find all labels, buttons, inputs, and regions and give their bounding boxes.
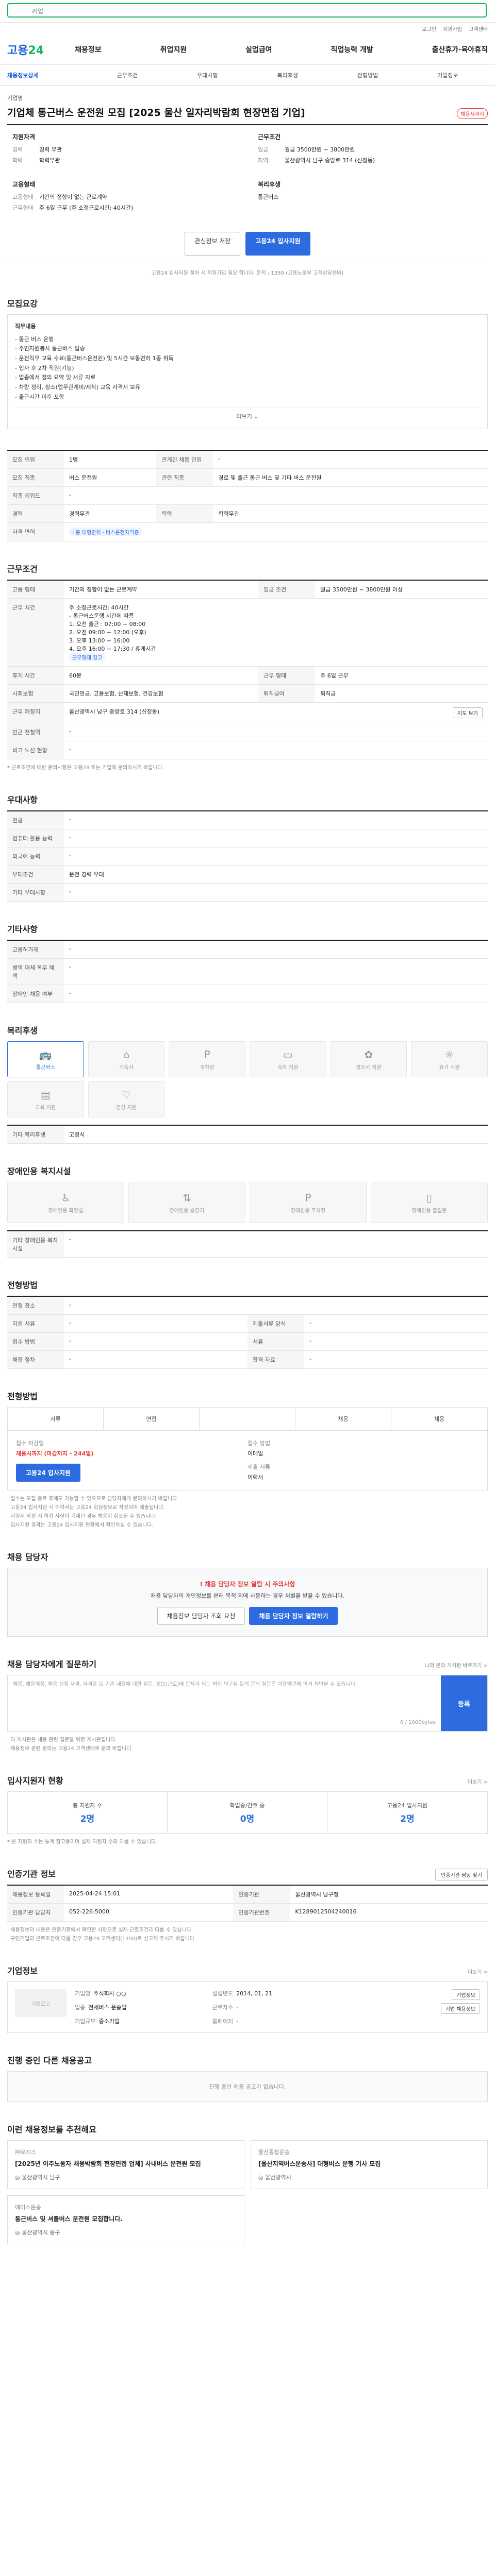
scrap-button[interactable]: 관심정보 저장 [185, 231, 241, 256]
apply-notice: 고용24 입사지원 절차 시 회원가입 필요 합니다. 문의 : 1350 (고… [151, 270, 344, 276]
welfare-dorm: ⌂ 기숙사 [88, 1041, 165, 1078]
qna-section: 채용 담당자에게 질문하기 나의 문의 게시판 바로가기 > 채용, 채용예정, … [7, 1659, 488, 1752]
process-section: 전형방법 서류 면접 채용 채용 접수 마감일 채용시까지 (마감까지 - 24… [7, 1389, 488, 1530]
company-section: 기업정보 더보기 > 기업로고 기업명 주식회사 ○○ 설립년도 2014, 01, … [7, 1964, 488, 2033]
recruit-table: 모집 인원 1명 관계된 채용 인원 - 모집 직종 버스 운전원 관련 직종 경로 및 출… [7, 450, 488, 542]
tab-detail[interactable]: 채용정보상세 [7, 71, 87, 79]
join-link[interactable]: 회원가입 [443, 27, 462, 32]
manager-section: 채용 담당자 ! 채용 담당자 정보 열람 시 주의사항 채용 담당자의 개인정… [7, 1550, 488, 1637]
more-button[interactable]: 더보기 ⌄ [15, 407, 480, 422]
reg-search-button[interactable]: 인증기관 담당 찾기 [435, 1869, 488, 1881]
deadline-badge: 채용시까지 [457, 108, 488, 119]
etc-section: 기타사항 고용허가제 - 병역 대체 복무 혜택 - 장애인 채용 여부 - [7, 922, 488, 1004]
recommend-section: 이런 채용정보를 추천해요 ㈜로지스 [2025년 이주노동자 채용박람회 현장면… [7, 2123, 488, 2245]
tab-company[interactable]: 기업정보 [408, 71, 488, 79]
sun-icon: ☼ [444, 1048, 454, 1061]
rec-card[interactable]: ㈜로지스 [2025년 이주노동자 채용박람회 현장면접 업체] 사내버스 운전원… [7, 2140, 244, 2190]
manager-request-button[interactable]: 채용정보 담당자 조회 요청 [157, 1607, 245, 1625]
time-chip: 근무형태 참고 [69, 653, 106, 662]
status-section: 입사지원자 현황 더보기 > 총 지원자 수 2명 학업중/간호 중 0명 고용24 … [7, 1776, 488, 1845]
tab-preference[interactable]: 우대사항 [168, 71, 248, 79]
tab-welfare[interactable]: 복리후생 [248, 71, 327, 79]
nav-support[interactable]: 취업지원 [160, 44, 187, 55]
logo[interactable]: 고용24 [7, 41, 44, 58]
welfare-vacation: ☼ 휴가 지원 [411, 1041, 488, 1078]
map-button[interactable]: 지도 보기 [453, 707, 483, 719]
util-menu: 로그인 회원가입 고객센터 [0, 23, 495, 34]
step-2: 면접 [104, 1408, 200, 1431]
help-link[interactable]: 고객센터 [469, 27, 488, 32]
nav-leave[interactable]: 출산휴가·육아휴직 [432, 44, 488, 55]
step-1: 서류 [8, 1408, 104, 1431]
welfare-health: ♡ 건강 지원 [88, 1081, 165, 1118]
book-icon: ▤ [40, 1088, 51, 1101]
accessible-icon: ♿ [61, 1191, 71, 1204]
apply-button[interactable]: 고용24 입사지원 [245, 231, 310, 256]
disab-toilet: ♿ 장애인용 화장실 [7, 1182, 124, 1224]
search-bar[interactable]: 기업 ⌕ [7, 3, 487, 18]
bed-icon: ▭ [283, 1048, 293, 1061]
detail-tabs: 채용정보상세 근무조건 우대사항 복리후생 전형방법 기업정보 [0, 65, 495, 86]
welfare-parking: P 주차장 [169, 1041, 245, 1078]
company-name: 기업명 [7, 95, 23, 101]
heart-icon: ♡ [122, 1088, 131, 1101]
nav-benefit[interactable]: 실업급여 [245, 44, 272, 55]
detail-title: 모집요강 [7, 299, 38, 309]
select-section: 전형방법 전형 장소 - 지원 서류 - 제출서류 양식 - 접수 방법 - 서류 - 채용 … [7, 1278, 488, 1369]
question-textarea[interactable]: 채용, 채용예정, 채용 신청 자격, 자격증 등 기존 내용에 대한 질문, … [8, 1675, 441, 1731]
detail-section: 모집요강 직무내용 - 통근 버스 운행 - 주민자원봉사 통근버스 탑승 - 운전… [7, 297, 488, 430]
disab-parking: P 장애인용 주차장 [250, 1182, 367, 1224]
manager-view-button[interactable]: 채용 담당자 정보 열람하기 [249, 1607, 338, 1625]
parking-icon: P [305, 1191, 311, 1204]
job-title-area: 기업명 기업체 통근버스 운전원 모집 [2025 울산 일자리박람회 현장면접… [0, 86, 495, 124]
benefit-section: 복리후생 🚌 통근버스 ⌂ 기숙사 P 주차장 ▭ 숙박 지원 ✿ 경조사 지원 ☼ 휴가 … [7, 1024, 488, 1144]
disab-elevator: ⇅ 장애인용 승강기 [128, 1182, 245, 1224]
house-icon: ⌂ [123, 1048, 130, 1061]
welfare-event: ✿ 경조사 지원 [330, 1041, 407, 1078]
step-4: 채용 [295, 1408, 391, 1431]
pref-section: 우대사항 전공 - 컴퓨터 활용 능력 - 외국어 능력 - 우대조건 운전 경력 우대… [7, 793, 488, 902]
welfare-edu: ▤ 교육 지원 [7, 1081, 84, 1118]
bus-icon: 🚌 [39, 1048, 52, 1061]
company-logo: 기업로고 [15, 1989, 67, 2018]
parking-icon: P [204, 1048, 210, 1061]
main-nav: 고용24 채용정보 취업지원 실업급여 직업능력 개발 출산휴가·육아휴직 [0, 34, 495, 65]
tab-condition[interactable]: 근무조건 [87, 71, 167, 79]
welfare-lodging: ▭ 숙박 지원 [250, 1041, 326, 1078]
summary-welfare: 복리후생 통근버스 [258, 181, 281, 201]
login-link[interactable]: 로그인 [422, 27, 436, 32]
warning-icon: ! 채용 담당자 정보 열람 시 주의사항 [200, 1581, 295, 1588]
elevator-icon: ⇅ [183, 1191, 191, 1204]
summary-req: 지원자격 경력 경력 무관 학력 학력무관 [12, 133, 62, 164]
company-jobs-button[interactable]: 기업 채용정보 [440, 2003, 480, 2014]
gnb-top: 기업 ⌕ [0, 0, 495, 23]
rec-card[interactable]: 울산종합운송 [울산지역버스운송사] 대형버스 운행 기사 모집 ◎ 울산광역시 [251, 2140, 488, 2190]
nav-training[interactable]: 직업능력 개발 [331, 44, 373, 55]
summary-emp: 고용형태 고용형태 기간의 정함이 없는 근로계약 근무형태 주 6일 근무 (주 … [12, 181, 134, 212]
search-icon[interactable]: ⌕ [32, 6, 482, 14]
disab-section: 장애인용 복지시설 ♿ 장애인용 화장실 ⇅ 장애인용 승강기 P 장애인용 주차장 … [7, 1164, 488, 1258]
rec-card[interactable]: 에이스운송 통근버스 및 셔틀버스 운전원 모집합니다. ◎ 울산광역시 중구 [7, 2195, 244, 2245]
welfare-bus: 🚌 통근버스 [7, 1041, 84, 1078]
gift-icon: ✿ [364, 1048, 373, 1061]
apply-button-2[interactable]: 고용24 입사지원 [16, 1464, 81, 1482]
question-submit-button[interactable]: 등록 [441, 1675, 487, 1732]
tab-process[interactable]: 전형방법 [327, 71, 407, 79]
qna-board-link[interactable]: 나의 문의 게시판 바로가기 > [425, 1661, 488, 1669]
disab-door: ▯ 장애인용 출입문 [371, 1182, 488, 1224]
page-title: 기업체 통근버스 운전원 모집 [2025 울산 일자리박람회 현장면접 기업] [7, 107, 305, 118]
step-5: 채용 [434, 1416, 445, 1423]
door-icon: ▯ [426, 1191, 432, 1204]
company-info-button[interactable]: 기업정보 [452, 1989, 480, 2001]
work-section: 근무조건 고용 형태 기간의 정함이 없는 근로계약 임금 조건 월급 3500만원 … [7, 562, 488, 772]
job-summary: 지원자격 경력 경력 무관 학력 학력무관 근무조건 임금 월급 3500만원 ~ 3… [7, 124, 488, 263]
nav-jobs[interactable]: 채용정보 [75, 44, 102, 55]
step-3 [200, 1408, 295, 1431]
reg-section: 인증기관 정보 인증기관 담당 찾기 채용정보 등록일 2025-04-24 15:… [7, 1867, 488, 1943]
summary-cond: 근무조건 임금 월급 3500만원 ~ 3800만원 지역 울산광역시 남구 중앙로… [258, 133, 375, 164]
other-jobs-section: 진행 중인 다른 채용공고 진행 중인 채용 공고가 없습니다. [7, 2054, 488, 2103]
